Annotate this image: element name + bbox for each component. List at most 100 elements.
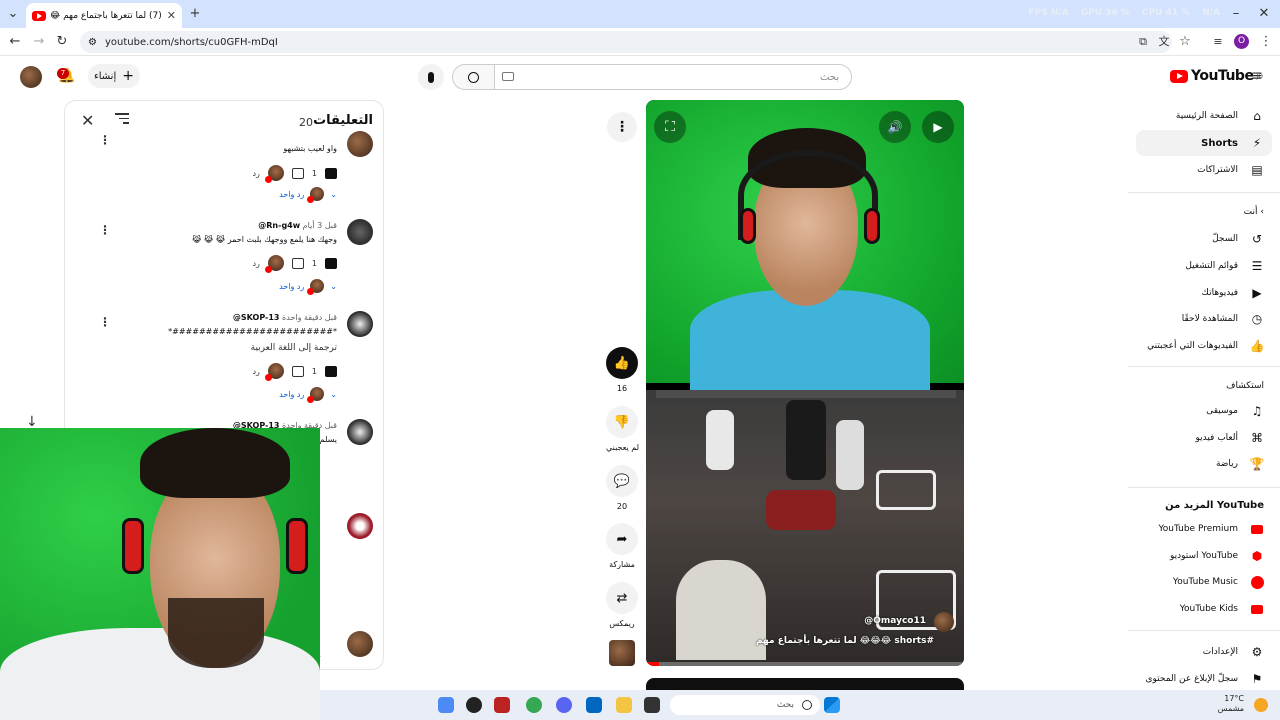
close-comments-icon[interactable]: ✕ xyxy=(81,111,94,130)
comment-icon[interactable]: 💬 xyxy=(606,465,638,497)
channel-handle[interactable]: @Omayco11 xyxy=(864,616,926,626)
sidebar-item-label: قوائم التشغيل xyxy=(1185,261,1238,271)
guide-menu-icon[interactable]: ≡ xyxy=(1247,66,1267,86)
dislike-comment-icon[interactable] xyxy=(291,365,304,377)
omnibox[interactable]: ⚙ youtube.com/shorts/cu0GFH-mDqI xyxy=(80,31,1172,53)
sidebar-item-history[interactable]: السجلّ ↺ xyxy=(1136,226,1272,252)
comment-author-avatar[interactable] xyxy=(347,219,373,245)
comment-author-avatar[interactable] xyxy=(347,131,373,157)
sidebar-item-your-videos[interactable]: فيديوهاتك ▶ xyxy=(1136,280,1272,306)
sidebar-item-playlists[interactable]: قوائم التشغيل ☰ xyxy=(1136,253,1272,279)
cast-icon[interactable]: ⧉ xyxy=(1133,32,1153,52)
reload-icon[interactable]: ↻ xyxy=(52,32,72,52)
gaming-icon: ⌘ xyxy=(1251,431,1263,445)
forward-icon[interactable]: → xyxy=(29,32,49,52)
remix-action[interactable]: ⇄ ريمكس xyxy=(606,582,638,628)
windows-start-icon[interactable] xyxy=(824,697,840,713)
translate-link[interactable]: ترجمة إلى اللغة العربية xyxy=(251,343,337,353)
bookmark-star-icon[interactable]: ☆ xyxy=(1175,32,1195,52)
reply-button[interactable]: رد xyxy=(252,169,259,178)
sidebar-item-report-history[interactable]: سجلّ الإبلاغ عن المحتوى ⚑ xyxy=(1136,666,1272,692)
store-taskbar-icon[interactable] xyxy=(586,697,602,713)
dislike-comment-icon[interactable] xyxy=(291,167,304,179)
minimize-icon[interactable]: – xyxy=(1226,4,1246,24)
search-input[interactable]: بحث xyxy=(494,64,852,90)
new-tab-icon[interactable]: + xyxy=(185,4,205,24)
comment-more-icon[interactable]: ⋮ xyxy=(99,315,111,329)
volume-icon[interactable]: 🔊 xyxy=(879,111,911,143)
file-explorer-icon[interactable] xyxy=(616,697,632,713)
voice-search-button[interactable] xyxy=(418,64,444,90)
play-icon[interactable]: ▶ xyxy=(922,111,954,143)
taskbar-search[interactable]: بحث xyxy=(670,695,820,715)
sidebar-item-youtube-premium[interactable]: YouTube Premium xyxy=(1136,516,1272,542)
terminal-taskbar-icon[interactable] xyxy=(644,697,660,713)
browser-tab[interactable]: (7) لما تتعرها بأجتماع مهم 😂😂😂 ▶ ✕ xyxy=(26,3,182,28)
dislike-icon[interactable]: 👎 xyxy=(606,406,638,438)
account-avatar[interactable] xyxy=(20,66,42,88)
comments-action[interactable]: 💬 20 xyxy=(606,465,638,511)
sort-comments-icon[interactable] xyxy=(115,113,129,125)
window-close-icon[interactable]: ✕ xyxy=(1254,4,1274,24)
like-comment-icon[interactable] xyxy=(325,257,337,269)
like-icon[interactable]: 👍 xyxy=(606,347,638,379)
profile-avatar[interactable]: O xyxy=(1234,34,1249,49)
search-button[interactable] xyxy=(452,64,494,90)
sidebar-item-youtube-kids[interactable]: YouTube Kids xyxy=(1136,596,1272,622)
sidebar-item-music[interactable]: موسيقى ♫ xyxy=(1136,398,1272,424)
site-info-icon[interactable]: ⚙ xyxy=(88,37,97,48)
chrome-taskbar-icon[interactable] xyxy=(438,697,454,713)
create-button[interactable]: إنشاء + xyxy=(88,64,140,88)
reply-button[interactable]: رد xyxy=(252,259,259,268)
shorts-more-icon[interactable]: ⋮ xyxy=(607,112,637,142)
reply-button[interactable]: رد xyxy=(252,367,259,376)
comment-author-avatar[interactable] xyxy=(347,513,373,539)
sidebar-item-shorts[interactable]: Shorts ⚡ xyxy=(1136,130,1272,156)
video-progress-bar[interactable] xyxy=(646,662,964,666)
sidebar-item-gaming[interactable]: ألعاب فيديو ⌘ xyxy=(1136,425,1272,451)
comment-author[interactable]: @Rn-g4w xyxy=(258,221,300,230)
tab-search-icon[interactable]: ⌄ xyxy=(3,4,23,24)
sidebar-item-watch-later[interactable]: المشاهدة لاحقًا ◷ xyxy=(1136,306,1272,332)
keyboard-icon[interactable] xyxy=(502,72,514,81)
comment-more-icon[interactable]: ⋮ xyxy=(99,133,111,147)
sidebar-item-settings[interactable]: الإعدادات ⚙ xyxy=(1136,639,1272,665)
shorts-player[interactable]: ⛶ 🔊 ▶ @Omayco11 #shorts 😂😂😂 لما تتعرها ب… xyxy=(646,100,964,666)
sidebar-item-youtube-studio[interactable]: استوديو YouTube ⬢ xyxy=(1136,543,1272,569)
share-action[interactable]: ➦ مشاركة xyxy=(606,523,638,569)
comment-author[interactable]: @SKOP-13 xyxy=(233,313,280,322)
app-taskbar-icon[interactable] xyxy=(494,697,510,713)
sidebar-you-heading[interactable]: أنت ‹ xyxy=(1244,207,1264,217)
comment-more-icon[interactable]: ⋮ xyxy=(99,223,111,237)
comment-actions: رد 1 xyxy=(252,363,337,381)
dislike-comment-icon[interactable] xyxy=(291,257,304,269)
sidebar-item-liked-videos[interactable]: الفيديوهات التي أعجبتني 👍 xyxy=(1136,333,1272,359)
app-taskbar-icon[interactable] xyxy=(466,697,482,713)
comment-author-avatar[interactable] xyxy=(347,311,373,337)
view-replies-button[interactable]: رد واحد ⌄ xyxy=(279,387,337,403)
view-replies-button[interactable]: رد واحد ⌄ xyxy=(279,279,337,295)
sidebar-item-sports[interactable]: رياضة 🏆 xyxy=(1136,451,1272,477)
sound-thumbnail[interactable] xyxy=(609,640,635,666)
weather-widget[interactable]: 17°C مشمس xyxy=(1218,694,1244,714)
browser-menu-icon[interactable]: ⋮ xyxy=(1256,32,1276,52)
remix-icon[interactable]: ⇄ xyxy=(606,582,638,614)
sidebar-item-subscriptions[interactable]: الاشتراكات ▤ xyxy=(1136,157,1272,183)
channel-avatar[interactable] xyxy=(934,612,954,632)
like-comment-icon[interactable] xyxy=(325,365,337,377)
discord-taskbar-icon[interactable] xyxy=(556,697,572,713)
reading-list-icon[interactable]: ≡ xyxy=(1208,32,1228,52)
close-tab-icon[interactable]: ✕ xyxy=(167,9,176,22)
dislike-action[interactable]: 👎 لم يعجبني xyxy=(606,406,639,452)
back-icon[interactable]: ← xyxy=(5,32,25,52)
comment-author-avatar[interactable] xyxy=(347,419,373,445)
view-replies-button[interactable]: رد واحد ⌄ xyxy=(279,187,337,203)
sidebar-item-home[interactable]: الصفحة الرئيسية ⌂ xyxy=(1136,103,1272,129)
chrome-taskbar-icon[interactable] xyxy=(526,697,542,713)
sidebar-item-youtube-music[interactable]: YouTube Music xyxy=(1136,569,1272,595)
like-comment-icon[interactable] xyxy=(325,167,337,179)
fullscreen-icon[interactable]: ⛶ xyxy=(654,111,686,143)
share-icon[interactable]: ➦ xyxy=(606,523,638,555)
like-action[interactable]: 👍 16 xyxy=(606,347,638,393)
translate-icon[interactable]: 文 xyxy=(1154,32,1174,52)
